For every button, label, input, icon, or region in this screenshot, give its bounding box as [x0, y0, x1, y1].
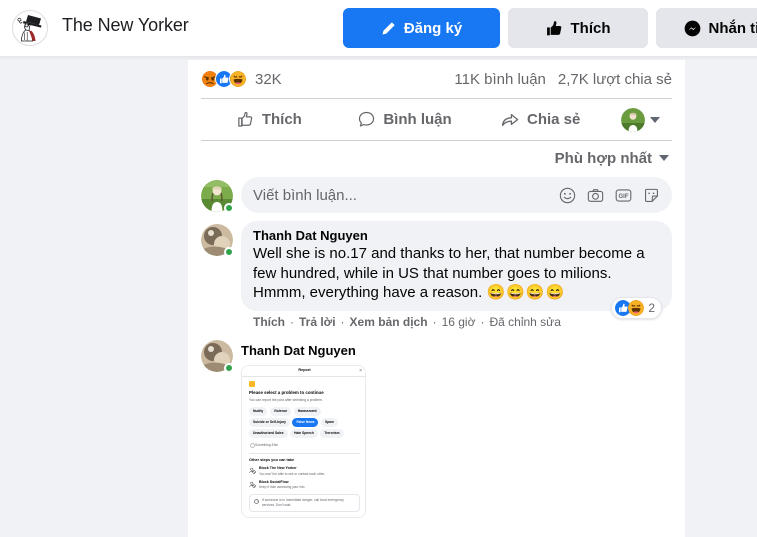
- chevron-down-icon: [649, 116, 660, 123]
- post-like-label: Thích: [261, 111, 302, 128]
- comment-bubble-icon: [359, 111, 375, 127]
- message-button[interactable]: Nhắn tin: [656, 8, 757, 48]
- report-dialog-title: Report: [298, 367, 311, 372]
- comment-edited-label: Đã chỉnh sửa: [489, 314, 561, 329]
- avatar: [620, 107, 645, 132]
- eustace-tilley-logo: [13, 11, 47, 45]
- report-option-spam[interactable]: Spam: [320, 418, 338, 427]
- info-icon: [254, 498, 259, 504]
- comment-input[interactable]: Viết bình luận... GIF: [241, 177, 672, 213]
- block-page-subtitle: You won't be able to see or contact each…: [259, 471, 326, 476]
- comment-timestamp[interactable]: 16 giờ: [442, 315, 476, 329]
- comment-reaction-badge[interactable]: 2: [611, 296, 662, 319]
- message-button-label: Nhắn tin: [708, 19, 757, 37]
- report-option-hate-speech[interactable]: Hate Speech: [290, 429, 318, 439]
- report-option-something-else[interactable]: Something Else: [249, 440, 283, 450]
- share-arrow-icon: [501, 113, 519, 126]
- comment-meta-row: Thích · Trả lời · Xem bản dịch · 16 giờ …: [241, 296, 672, 329]
- report-option-unauthorized-sales[interactable]: Unauthorized Sales: [249, 429, 288, 439]
- comment-reply-link[interactable]: Trả lời: [299, 315, 336, 329]
- comment-composer: Viết bình luận... GIF: [188, 175, 685, 213]
- block-app-subtitle: Keep it from accessing your info.: [259, 485, 306, 490]
- sticker-icon[interactable]: [643, 187, 660, 204]
- block-page-title: Block The New Yorker: [259, 466, 297, 471]
- report-dialog-screenshot: Report × Please select a problem to cont…: [242, 365, 365, 518]
- block-app-step[interactable]: Block SocialFlow Keep it from accessing …: [249, 480, 360, 490]
- comment-bubble: Thanh Dat Nguyen Well she is no.17 and t…: [241, 221, 672, 311]
- report-option-suicide-self-injury[interactable]: Suicide or Self-Injury: [249, 418, 290, 427]
- comment-attachment-image[interactable]: Report × Please select a problem to cont…: [241, 364, 366, 519]
- post-share-label: Chia sẻ: [527, 111, 581, 128]
- messenger-icon: [684, 20, 700, 36]
- online-indicator: [224, 247, 234, 257]
- post-card: 32K 11K bình luận 2,7K lượt chia sẻ Thíc…: [188, 60, 685, 537]
- report-subheading: You can report the post after selecting …: [249, 397, 323, 402]
- pencil-icon: [382, 21, 395, 34]
- subscribe-button[interactable]: Đăng ký: [343, 8, 500, 48]
- post-share-action[interactable]: Chia sẻ: [472, 99, 608, 140]
- camera-icon[interactable]: [587, 187, 604, 204]
- haha-reaction-icon: [229, 70, 247, 88]
- reaction-summary-row: 32K 11K bình luận 2,7K lượt chia sẻ: [188, 60, 685, 98]
- page-header-bar: The New Yorker Đăng ký Thích Nhắn tin: [0, 0, 757, 56]
- comment-input-placeholder: Viết bình luận...: [253, 186, 357, 204]
- divider: [249, 453, 360, 454]
- post-comment-label: Bình luận: [383, 111, 452, 128]
- svg-text:GIF: GIF: [619, 194, 629, 200]
- post-comment-action[interactable]: Bình luận: [337, 99, 473, 140]
- comment-author-avatar[interactable]: [201, 339, 234, 373]
- post-like-action[interactable]: Thích: [201, 99, 337, 140]
- report-option-nudity[interactable]: Nudity: [249, 406, 268, 416]
- emergency-notice-text: If someone is in immediate danger, call …: [262, 498, 344, 508]
- report-dialog-header: Report ×: [242, 366, 365, 377]
- current-user-avatar[interactable]: [201, 180, 234, 213]
- report-option-harassment[interactable]: Harassment: [293, 406, 321, 416]
- gif-icon[interactable]: GIF: [615, 187, 632, 204]
- report-option-violence[interactable]: Violence: [269, 406, 292, 416]
- comment-emojis: 😄😄😄😄: [486, 284, 566, 301]
- report-option-false-news[interactable]: False News: [292, 418, 319, 427]
- report-flag-icon: [249, 380, 255, 387]
- comment-author-name[interactable]: Thanh Dat Nguyen: [253, 228, 660, 244]
- thumbs-up-outline-icon: [238, 111, 253, 127]
- thumbs-up-icon: [546, 20, 561, 35]
- report-option-terrorism[interactable]: Terrorism: [320, 429, 344, 439]
- report-heading: Please select a problem to continue: [249, 389, 324, 395]
- emoji-icon[interactable]: [559, 187, 576, 204]
- page-title: The New Yorker: [62, 15, 189, 35]
- comment-like-link[interactable]: Thích: [253, 315, 285, 329]
- comment-sort-row: Phù hợp nhất: [188, 141, 685, 175]
- comment-text: Well she is no.17 and thanks to her, tha…: [253, 245, 649, 301]
- block-app-title: Block SocialFlow: [259, 480, 289, 485]
- header-shadow: [0, 56, 757, 60]
- like-page-button-label: Thích: [570, 19, 611, 37]
- subscribe-button-label: Đăng ký: [403, 19, 463, 37]
- shares-count[interactable]: 2,7K lượt chia sẻ: [558, 71, 672, 88]
- comment-author-name[interactable]: Thanh Dat Nguyen: [241, 337, 672, 359]
- close-icon[interactable]: ×: [359, 368, 362, 374]
- online-indicator: [224, 362, 234, 373]
- report-option-chips: Nudity Violence Harassment Suicide or Se…: [249, 406, 360, 450]
- like-page-button[interactable]: Thích: [508, 8, 648, 48]
- page-avatar[interactable]: [12, 10, 48, 46]
- reaction-count[interactable]: 32K: [255, 71, 282, 88]
- block-user-icon: [249, 467, 256, 474]
- comment-author-avatar[interactable]: [201, 224, 234, 257]
- block-page-step[interactable]: Block The New Yorker You won't be able t…: [249, 466, 360, 476]
- share-as-selector[interactable]: [608, 107, 672, 132]
- comments-count[interactable]: 11K bình luận: [454, 71, 545, 88]
- reaction-icon-group[interactable]: [201, 70, 247, 88]
- other-steps-title: Other steps you can take: [249, 457, 295, 462]
- comment-item: Thanh Dat Nguyen Well she is no.17 and t…: [188, 213, 685, 329]
- emergency-notice: If someone is in immediate danger, call …: [249, 494, 360, 513]
- comment-item: Thanh Dat Nguyen Report × Please select …: [188, 329, 685, 519]
- post-actions-row: Thích Bình luận Chia sẻ: [188, 99, 685, 140]
- haha-reaction-icon: [628, 299, 645, 316]
- block-user-icon: [249, 481, 256, 488]
- comment-sort-label[interactable]: Phù hợp nhất: [555, 150, 652, 167]
- chevron-down-icon[interactable]: [659, 155, 669, 161]
- online-indicator: [224, 203, 234, 213]
- comment-translate-link[interactable]: Xem bản dịch: [350, 315, 428, 329]
- comment-reaction-count: 2: [648, 300, 655, 315]
